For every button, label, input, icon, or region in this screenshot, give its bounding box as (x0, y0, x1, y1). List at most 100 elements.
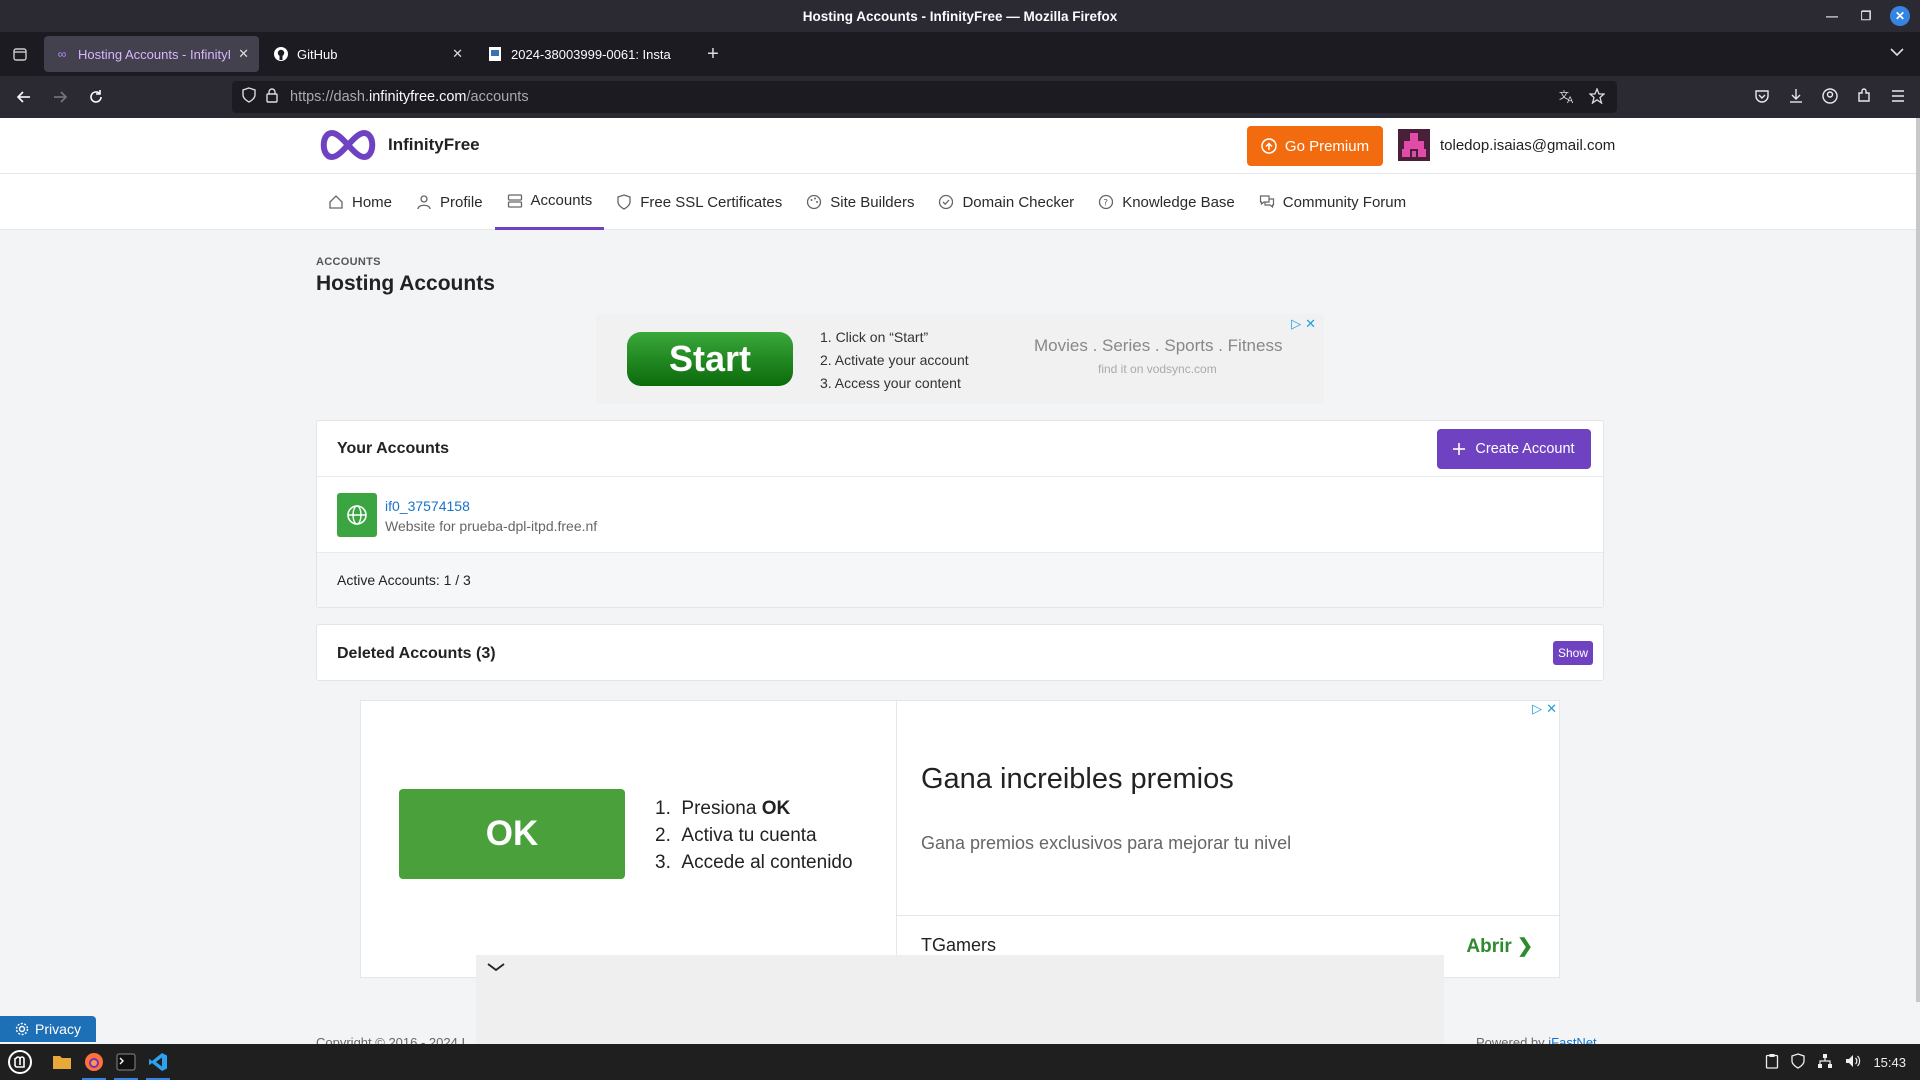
chevron-down-icon[interactable] (486, 959, 506, 975)
ad-banner-top[interactable]: Start 1. Click on “Start” 2. Activate yo… (596, 314, 1324, 404)
extensions-icon[interactable] (1856, 88, 1872, 107)
new-tab-button[interactable]: + (697, 38, 729, 70)
go-premium-button[interactable]: Go Premium (1247, 126, 1383, 166)
server-icon (507, 193, 523, 209)
url-text[interactable]: https://dash.infinityfree.com/accounts (290, 89, 529, 105)
nav-item-domain-checker[interactable]: Domain Checker (926, 174, 1086, 230)
sticky-ad-overlay[interactable] (476, 955, 1444, 1045)
nav-item-ssl[interactable]: Free SSL Certificates (604, 174, 794, 230)
terminal-launcher[interactable] (110, 1044, 142, 1080)
account-row[interactable]: if0_37574158 Website for prueba-dpl-itpd… (317, 477, 1603, 553)
tab-github[interactable]: GitHub ✕ (263, 36, 473, 72)
files-launcher[interactable] (46, 1044, 78, 1080)
brand-name: InfinityFree (388, 135, 480, 154)
minimize-button[interactable]: — (1822, 6, 1842, 26)
accounts-heading: Your Accounts (337, 439, 450, 457)
bookmark-star-icon[interactable] (1588, 87, 1606, 108)
breadcrumb: ACCOUNTS (316, 256, 381, 268)
back-button[interactable] (6, 82, 42, 112)
start-menu-button[interactable] (4, 1044, 36, 1080)
clipboard-icon[interactable] (1765, 1053, 1779, 1072)
firefox-icon (85, 1053, 103, 1071)
active-accounts-count: Active Accounts: 1 / 3 (337, 572, 471, 588)
ad-choices[interactable]: ▷ ✕ (1291, 316, 1316, 332)
tab-close-icon[interactable]: ✕ (452, 46, 463, 62)
nav-item-accounts[interactable]: Accounts (494, 174, 605, 230)
globe-icon (337, 493, 377, 537)
site-logo[interactable]: InfinityFree (316, 128, 480, 162)
ad-banner-bottom[interactable]: OK 1. Presiona OK 2. Activa tu cuenta 3.… (360, 700, 1560, 978)
ad-choices[interactable]: ▷ ✕ (1532, 701, 1557, 717)
ad-play-icon[interactable]: ▷ (1532, 701, 1542, 717)
tab-label: GitHub (297, 46, 338, 62)
ad-step: 2. Activate your account (820, 352, 969, 368)
pocket-icon[interactable] (1754, 88, 1770, 107)
window-titlebar: Hosting Accounts - InfinityFree — Mozill… (0, 0, 1920, 32)
menu-icon[interactable] (1890, 88, 1906, 107)
forward-button[interactable] (42, 82, 78, 112)
deleted-accounts-heading: Deleted Accounts (3) (337, 644, 496, 662)
user-icon (416, 194, 432, 210)
arrow-up-circle-icon (1261, 138, 1277, 154)
tab-document[interactable]: 2024-38003999-0061: Insta (477, 36, 687, 72)
shield-icon[interactable] (242, 87, 256, 107)
ad-close-icon[interactable]: ✕ (1546, 701, 1557, 717)
ad-categories: Movies . Series . Sports . Fitness (1034, 336, 1283, 355)
mint-logo-icon (8, 1050, 32, 1074)
nav-label: Site Builders (830, 193, 915, 211)
account-icon[interactable] (1822, 88, 1838, 107)
home-icon (328, 194, 344, 210)
system-tray: 15:43 (1765, 1053, 1906, 1072)
plus-icon (1453, 443, 1466, 455)
lock-icon[interactable] (266, 87, 278, 107)
user-menu[interactable]: toledop.isaias@gmail.com (1398, 129, 1615, 161)
palette-icon (806, 194, 822, 210)
terminal-icon (116, 1053, 136, 1071)
chevron-down-icon[interactable] (1890, 44, 1904, 60)
download-icon[interactable] (1788, 88, 1804, 107)
folder-icon (53, 1056, 71, 1069)
nav-item-community-forum[interactable]: Community Forum (1247, 174, 1418, 230)
show-deleted-button[interactable]: Show (1553, 641, 1593, 665)
translate-icon[interactable]: 文A (1559, 88, 1575, 108)
tab-hosting-accounts[interactable]: ∞ Hosting Accounts - InfinityF ✕ (44, 36, 259, 72)
ad-start-button[interactable]: Start (627, 332, 793, 386)
ad-close-icon[interactable]: ✕ (1305, 316, 1316, 332)
firefox-launcher[interactable] (78, 1044, 110, 1080)
close-window-button[interactable]: ✕ (1890, 6, 1910, 26)
github-icon (273, 46, 289, 62)
tab-label: 2024-38003999-0061: Insta (511, 46, 671, 62)
vscode-launcher[interactable] (142, 1044, 174, 1080)
reload-button[interactable] (78, 82, 114, 112)
page-title: Hosting Accounts (316, 272, 495, 295)
page-scrollbar[interactable] (1916, 118, 1920, 1002)
accounts-card-header: Your Accounts (317, 421, 1603, 477)
maximize-button[interactable]: ❐ (1856, 6, 1876, 26)
ad-play-icon[interactable]: ▷ (1291, 316, 1301, 332)
tab-list-button[interactable] (0, 32, 40, 76)
ad-steps: 1. Click on “Start” 2. Activate your acc… (820, 326, 969, 395)
privacy-label: Privacy (35, 1021, 81, 1037)
network-icon[interactable] (1817, 1053, 1833, 1072)
nav-item-knowledge-base[interactable]: ? Knowledge Base (1086, 174, 1247, 230)
shield-tray-icon[interactable] (1791, 1053, 1806, 1072)
volume-icon[interactable] (1845, 1053, 1861, 1072)
main-nav: Home Profile Accounts Free SSL Certifica… (0, 174, 1918, 230)
url-bar[interactable]: https://dash.infinityfree.com/accounts 文… (232, 81, 1617, 113)
create-account-button[interactable]: Create Account (1437, 429, 1591, 469)
nav-item-profile[interactable]: Profile (404, 174, 495, 230)
account-name-link[interactable]: if0_37574158 (385, 498, 470, 514)
nav-label: Profile (440, 193, 483, 211)
ad-step: 3. Accede al contenido (655, 852, 853, 873)
document-icon (487, 46, 503, 62)
nav-item-home[interactable]: Home (316, 174, 404, 230)
tab-label: Hosting Accounts - InfinityF (78, 46, 231, 62)
ad-open-link[interactable]: Abrir ❯ (1466, 935, 1533, 958)
nav-label: Knowledge Base (1122, 193, 1235, 211)
ad-steps: 1. Presiona OK 2. Activa tu cuenta 3. Ac… (655, 795, 853, 876)
nav-item-site-builders[interactable]: Site Builders (794, 174, 926, 230)
ad-ok-button[interactable]: OK (399, 789, 625, 879)
clock[interactable]: 15:43 (1873, 1055, 1906, 1070)
privacy-button[interactable]: Privacy (0, 1016, 96, 1042)
tab-close-icon[interactable]: ✕ (238, 46, 249, 62)
